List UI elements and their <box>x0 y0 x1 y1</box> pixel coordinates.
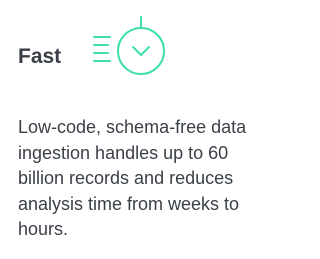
feature-title: Fast <box>18 45 62 68</box>
feature-card-fast: Fast Low-code, schema-free data ingestio… <box>0 0 279 259</box>
stopwatch-speed-icon <box>91 10 173 80</box>
feature-description: Low-code, schema-free data ingestion han… <box>18 117 247 239</box>
